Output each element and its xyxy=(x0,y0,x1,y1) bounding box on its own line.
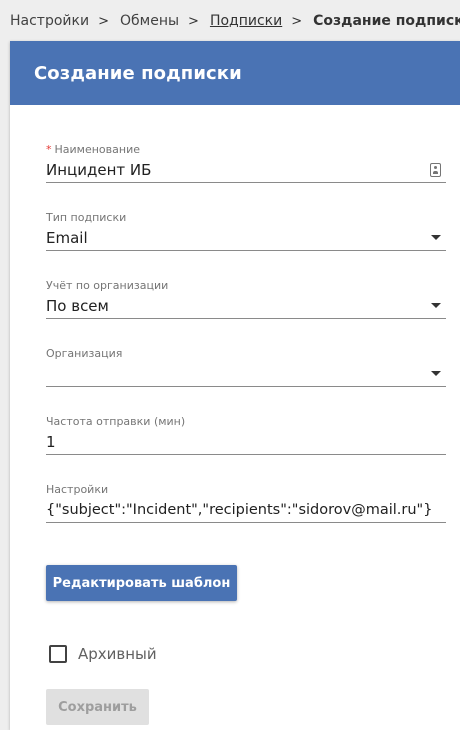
dropdown-caret-icon[interactable] xyxy=(431,235,441,240)
breadcrumb-current: Создание подписки xyxy=(313,13,460,29)
frequency-label: Частота отправки (мин) xyxy=(46,415,186,428)
archive-checkbox[interactable] xyxy=(49,645,67,663)
name-field: * Наименование Инцидент ИБ xyxy=(46,143,446,183)
frequency-value: 1 xyxy=(46,432,56,451)
name-input[interactable]: Инцидент ИБ xyxy=(46,157,446,183)
page-title: Создание подписки xyxy=(34,62,242,84)
breadcrumb-exchanges[interactable]: Обмены xyxy=(120,13,179,29)
edit-template-button[interactable]: Редактировать шаблон xyxy=(46,565,237,601)
archive-label: Архивный xyxy=(78,645,157,663)
breadcrumb: Настройки > Обмены > Подписки > Создание… xyxy=(10,11,460,31)
id-card-icon[interactable] xyxy=(430,162,441,177)
organization-select[interactable] xyxy=(46,361,446,387)
breadcrumb-subscriptions[interactable]: Подписки xyxy=(210,13,282,29)
required-mark: * xyxy=(46,143,52,156)
name-value: Инцидент ИБ xyxy=(46,160,152,179)
breadcrumb-separator: > xyxy=(98,13,109,29)
save-button[interactable]: Сохранить xyxy=(46,689,149,725)
organization-label: Организация xyxy=(46,347,123,360)
subscription-type-value: Email xyxy=(46,228,88,247)
settings-value: {"subject":"Incident","recipients":"sido… xyxy=(46,501,433,518)
frequency-field: Частота отправки (мин) 1 xyxy=(46,415,446,455)
breadcrumb-separator: > xyxy=(188,13,199,29)
name-label: Наименование xyxy=(54,143,140,156)
subscription-type-field: Тип подписки Email xyxy=(46,211,446,251)
org-accounting-select[interactable]: По всем xyxy=(46,293,446,319)
subscription-form-card: Создание подписки * Наименование Инцидент… xyxy=(10,41,460,730)
settings-field: Настройки {"subject":"Incident","recipie… xyxy=(46,483,446,523)
subscription-type-select[interactable]: Email xyxy=(46,225,446,251)
archive-checkbox-row[interactable]: Архивный xyxy=(49,644,157,664)
org-accounting-value: По всем xyxy=(46,296,109,315)
organization-field: Организация xyxy=(46,347,446,387)
dropdown-caret-icon[interactable] xyxy=(431,303,441,308)
org-accounting-label: Учёт по организации xyxy=(46,279,169,292)
dropdown-caret-icon[interactable] xyxy=(431,371,441,376)
org-accounting-field: Учёт по организации По всем xyxy=(46,279,446,319)
settings-label: Настройки xyxy=(46,483,109,496)
settings-input[interactable]: {"subject":"Incident","recipients":"sido… xyxy=(46,497,446,523)
breadcrumb-settings[interactable]: Настройки xyxy=(10,13,89,29)
breadcrumb-separator: > xyxy=(291,13,303,29)
card-header: Создание подписки xyxy=(10,41,460,105)
subscription-type-label: Тип подписки xyxy=(46,211,127,224)
frequency-input[interactable]: 1 xyxy=(46,429,446,455)
